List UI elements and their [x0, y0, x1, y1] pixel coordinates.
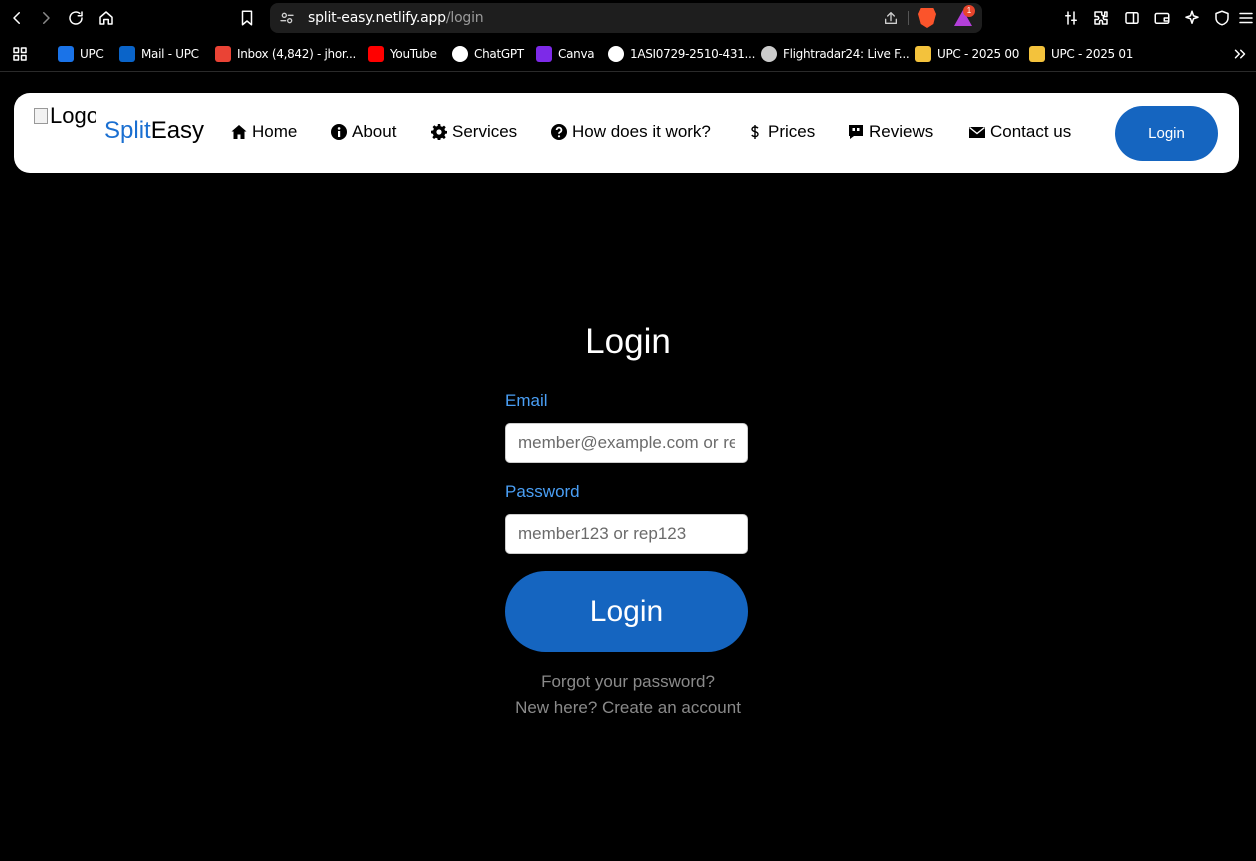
bookmark-item[interactable]: Mail - UPC: [119, 44, 199, 64]
email-input[interactable]: [505, 423, 748, 463]
folder-icon: [915, 46, 931, 62]
home-icon: [231, 125, 247, 139]
nav-label: About: [352, 122, 397, 141]
menu-icon[interactable]: [1236, 6, 1256, 30]
bookmark-icon[interactable]: [235, 6, 259, 30]
logo-alt-text: Logo: [50, 103, 96, 128]
bookmark-label: UPC - 2025 01: [1051, 47, 1134, 61]
bookmarks-bar: UPC Mail - UPC Inbox (4,842) - jhor... YouT…: [0, 36, 1256, 72]
wallet-icon[interactable]: [1150, 6, 1174, 30]
back-icon[interactable]: [5, 6, 29, 30]
flightradar-icon: [761, 46, 777, 62]
brand-split: Split: [104, 117, 151, 144]
chatgpt-icon: [452, 46, 468, 62]
forgot-password-link[interactable]: Forgot your password?: [0, 672, 1256, 692]
rewards-badge: 1: [963, 5, 975, 17]
bookmark-label: ChatGPT: [474, 47, 524, 61]
browser-toolbar: split-easy.netlify.app/login 1: [0, 0, 1256, 36]
quote-icon: [849, 125, 863, 139]
github-icon: [608, 46, 624, 62]
site-settings-icon[interactable]: [278, 9, 296, 27]
brand-easy: Easy: [150, 117, 205, 144]
create-account-link[interactable]: New here? Create an account: [0, 698, 1256, 718]
nav-label: How does it work?: [572, 122, 711, 141]
bookmark-label: Canva: [558, 47, 595, 61]
bookmark-label: 1ASI0729-2510-431...: [630, 47, 756, 61]
envelope-icon: [969, 126, 985, 138]
gmail-icon: [215, 46, 231, 62]
bookmark-item[interactable]: Inbox (4,842) - jhor...: [215, 44, 356, 64]
leo-ai-icon[interactable]: [1180, 6, 1204, 30]
nav-home[interactable]: Home: [231, 120, 297, 144]
upc-icon: [58, 46, 74, 62]
bookmark-item[interactable]: Canva: [536, 44, 595, 64]
outlook-icon: [119, 46, 135, 62]
canva-icon: [536, 46, 552, 62]
page-title: Login: [585, 322, 671, 361]
bookmark-label: YouTube: [390, 47, 437, 61]
nav-label: Prices: [768, 122, 816, 141]
bookmark-label: Mail - UPC: [141, 47, 199, 61]
broken-image-icon: [34, 108, 48, 124]
bookmark-item[interactable]: UPC - 2025 01: [1029, 44, 1133, 64]
sliders-icon[interactable]: [1059, 6, 1083, 30]
password-input[interactable]: [505, 514, 748, 554]
folder-icon: [1029, 46, 1045, 62]
bookmark-item[interactable]: YouTube: [368, 44, 437, 64]
nav-services[interactable]: Services: [431, 120, 517, 144]
nav-label: Services: [452, 122, 518, 141]
bookmark-label: UPC: [80, 47, 104, 61]
nav-label: Contact us: [990, 122, 1072, 141]
vpn-shield-icon[interactable]: [1210, 6, 1234, 30]
logo-image[interactable]: Logo: [34, 103, 96, 139]
bookmark-label: UPC - 2025 00: [937, 47, 1020, 61]
email-label: Email: [505, 391, 548, 410]
forward-icon[interactable]: [34, 6, 58, 30]
bookmark-label: Inbox (4,842) - jhor...: [237, 47, 356, 61]
address-bar[interactable]: split-easy.netlify.app/login 1: [270, 3, 982, 33]
more-bookmarks-icon[interactable]: [1228, 42, 1252, 66]
bookmark-item[interactable]: 1ASI0729-2510-431...: [608, 44, 755, 64]
bookmark-item[interactable]: ChatGPT: [452, 44, 524, 64]
nav-prices[interactable]: Prices: [747, 120, 815, 144]
extensions-icon[interactable]: [1089, 6, 1113, 30]
brave-shields-icon[interactable]: [918, 8, 936, 28]
nav-reviews[interactable]: Reviews: [848, 120, 933, 144]
gear-icon: [431, 124, 447, 140]
brand-name[interactable]: SplitEasy: [104, 117, 204, 145]
navbar-login-button[interactable]: Login: [1115, 106, 1218, 161]
bookmark-label: Flightradar24: Live F...: [783, 47, 910, 61]
youtube-icon: [368, 46, 384, 62]
question-icon: [551, 124, 567, 140]
nav-contact[interactable]: Contact us: [969, 120, 1071, 144]
nav-about[interactable]: About: [331, 120, 396, 144]
home-icon[interactable]: [94, 6, 118, 30]
apps-grid-icon[interactable]: [8, 42, 32, 66]
nav-how-it-works[interactable]: How does it work?: [551, 120, 711, 144]
info-icon: [331, 124, 347, 140]
sidebar-icon[interactable]: [1120, 6, 1144, 30]
password-label: Password: [505, 482, 580, 501]
share-icon[interactable]: [882, 9, 900, 27]
dollar-icon: [751, 125, 759, 139]
login-submit-button[interactable]: Login: [505, 571, 748, 652]
nav-label: Reviews: [869, 122, 934, 141]
nav-label: Home: [252, 122, 298, 141]
bookmark-item[interactable]: UPC - 2025 00: [915, 44, 1019, 64]
bookmark-item[interactable]: UPC: [58, 44, 104, 64]
reload-icon[interactable]: [64, 6, 88, 30]
divider: [908, 11, 909, 25]
url-text: split-easy.netlify.app/login: [308, 10, 484, 26]
bookmark-item[interactable]: Flightradar24: Live F...: [761, 44, 910, 64]
